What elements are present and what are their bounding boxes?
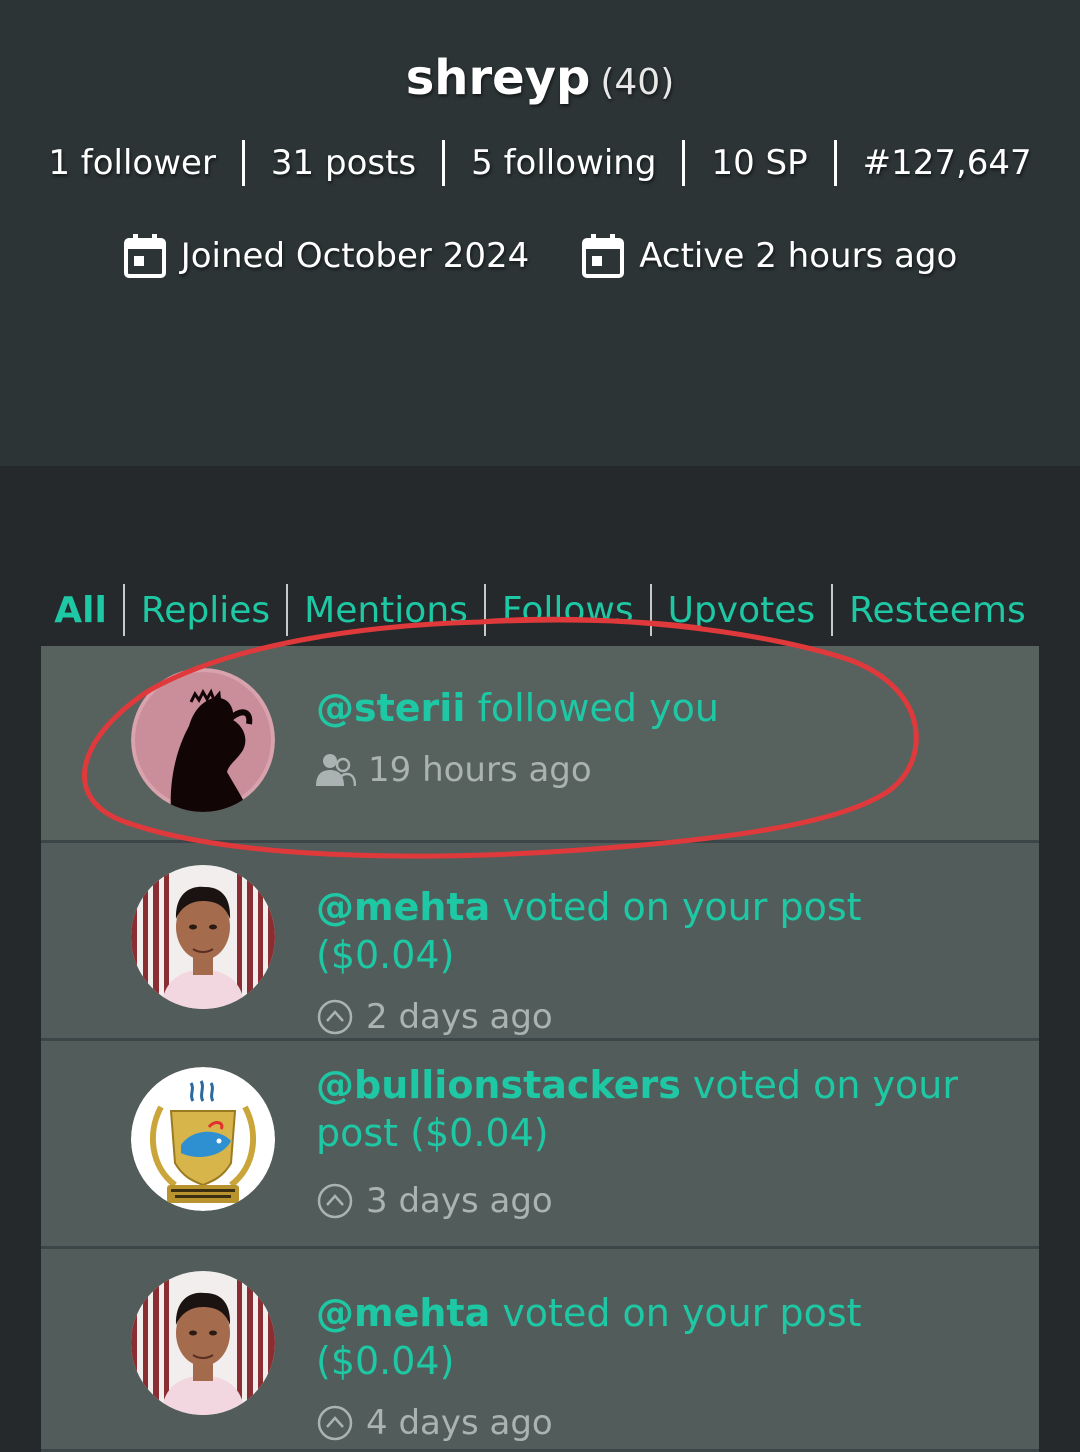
notification-content: @bullionstackers voted on your post ($0.…	[316, 1061, 1006, 1221]
user-handle[interactable]: @mehta	[316, 1291, 490, 1335]
joined-label: Joined October 2024	[180, 236, 530, 276]
upvote-icon	[317, 1183, 353, 1219]
avatar[interactable]	[131, 668, 275, 812]
notification-content: @sterii followed you 19 hours ago	[316, 684, 1006, 790]
notification-headline: @mehta voted on your post ($0.04)	[316, 1289, 1006, 1385]
notification-item[interactable]: @bullionstackers voted on your post ($0.…	[41, 1041, 1039, 1249]
notification-item[interactable]: @sterii followed you 19 hours ago	[41, 646, 1039, 843]
user-handle[interactable]: @bullionstackers	[316, 1063, 681, 1107]
username[interactable]: shreyp	[406, 50, 591, 106]
rank: #127,647	[862, 143, 1032, 183]
calendar-icon	[582, 234, 625, 278]
active-label: Active 2 hours ago	[639, 236, 958, 276]
notification-content: @mehta voted on your post ($0.04) 4 days…	[316, 1289, 1006, 1443]
notification-time-line: 19 hours ago	[316, 750, 1006, 790]
notification-item[interactable]: @mehta voted on your post ($0.04) 2 days…	[41, 843, 1039, 1041]
profile-meta: Joined October 2024 Active 2 hours ago	[0, 232, 1080, 280]
user-handle[interactable]: @mehta	[316, 885, 490, 929]
followers-count[interactable]: 1 follower	[22, 143, 242, 183]
avatar[interactable]	[131, 865, 275, 1009]
upvote-icon	[317, 1405, 353, 1441]
tab-replies[interactable]: Replies	[125, 590, 286, 631]
notification-time: 2 days ago	[366, 997, 553, 1037]
profile-stats: 1 follower 31 posts 5 following 10 SP #1…	[0, 140, 1080, 186]
user-handle[interactable]: @sterii	[316, 686, 465, 730]
notification-list: @sterii followed you 19 hours ago @mehta…	[41, 646, 1039, 1452]
tab-resteems[interactable]: Resteems	[833, 590, 1042, 631]
users-icon	[316, 754, 356, 787]
avatar[interactable]	[131, 1271, 275, 1415]
notification-time-line: 3 days ago	[316, 1181, 1006, 1221]
notification-action: followed you	[465, 686, 719, 730]
tab-follows[interactable]: Follows	[486, 590, 650, 631]
notification-content: @mehta voted on your post ($0.04) 2 days…	[316, 883, 1006, 1037]
notification-time-line: 2 days ago	[316, 997, 1006, 1037]
posts-count[interactable]: 31 posts	[245, 143, 442, 183]
calendar-icon	[123, 234, 166, 278]
profile-header: shreyp (40) 1 follower 31 posts 5 followi…	[0, 0, 1080, 466]
joined-info: Joined October 2024	[123, 232, 530, 280]
reputation-score: (40)	[600, 62, 675, 103]
person-avatar-image	[131, 865, 275, 1009]
profile-title: shreyp (40)	[0, 50, 1080, 106]
notification-time: 19 hours ago	[368, 750, 592, 790]
following-count[interactable]: 5 following	[445, 143, 682, 183]
tab-mentions[interactable]: Mentions	[288, 590, 484, 631]
notification-headline: @bullionstackers voted on your post ($0.…	[316, 1061, 1006, 1157]
person-avatar-image	[131, 1271, 275, 1415]
upvote-icon	[317, 999, 353, 1035]
steem-power: 10 SP	[711, 143, 808, 183]
silhouette-avatar-image	[131, 668, 275, 812]
notification-tabs: All Replies Mentions Follows Upvotes Res…	[0, 584, 1080, 636]
avatar[interactable]	[131, 1067, 275, 1211]
notification-time: 3 days ago	[366, 1181, 553, 1221]
notification-time: 4 days ago	[366, 1403, 553, 1443]
notification-headline: @mehta voted on your post ($0.04)	[316, 883, 1006, 979]
active-info: Active 2 hours ago	[581, 232, 957, 280]
whale-badge-avatar-image	[131, 1067, 275, 1211]
notification-headline: @sterii followed you	[316, 684, 1006, 732]
notification-time-line: 4 days ago	[316, 1403, 1006, 1443]
tab-upvotes[interactable]: Upvotes	[652, 590, 832, 631]
tab-all[interactable]: All	[38, 590, 123, 631]
notification-item[interactable]: @mehta voted on your post ($0.04) 4 days…	[41, 1249, 1039, 1452]
